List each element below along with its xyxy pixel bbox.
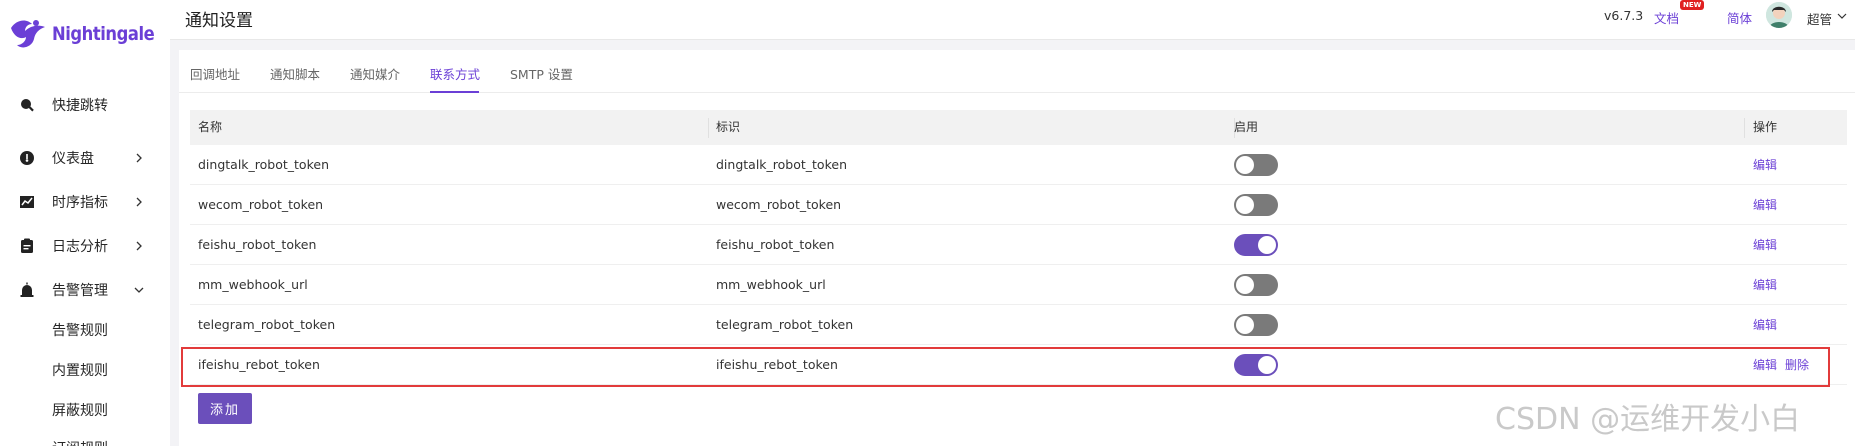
- nightingale-logo-icon: [11, 20, 45, 48]
- chevron-right-icon: [136, 241, 142, 251]
- enable-toggle[interactable]: [1234, 154, 1278, 176]
- logo[interactable]: Nightingale: [8, 12, 171, 56]
- column-header-ident: 标识: [716, 120, 741, 134]
- sidebar-subitem-subscribe-rules[interactable]: 订阅规则: [52, 438, 108, 446]
- toggle-knob: [1236, 276, 1254, 294]
- sidebar-item-label: 告警管理: [52, 283, 108, 299]
- sidebar-subitem-alert-rules[interactable]: 告警规则: [52, 320, 108, 340]
- page-title: 通知设置: [185, 11, 253, 31]
- edit-button[interactable]: 编辑: [1753, 225, 1777, 265]
- chevron-right-icon: [136, 197, 142, 207]
- column-header-enabled: 启用: [1234, 120, 1259, 134]
- sidebar-item-dashboard[interactable]: 仪表盘: [0, 140, 170, 176]
- version-label: v6.7.3: [1604, 8, 1644, 23]
- edit-button[interactable]: 编辑: [1753, 145, 1777, 185]
- sidebar-item-label: 仪表盘: [52, 151, 94, 167]
- watermark: CSDN @运维开发小白: [1495, 402, 1801, 437]
- table-row: telegram_robot_token telegram_robot_toke…: [190, 305, 1847, 345]
- delete-button[interactable]: 删除: [1785, 345, 1809, 385]
- sidebar-item-label: 时序指标: [52, 195, 108, 211]
- toggle-knob: [1236, 316, 1254, 334]
- top-header: 通知设置 v6.7.3 文档 NEW 简体 超管: [170, 0, 1855, 40]
- cell-name: ifeishu_rebot_token: [198, 357, 320, 372]
- toggle-knob: [1236, 156, 1254, 174]
- sidebar-item-logs[interactable]: 日志分析: [0, 228, 170, 264]
- table-row: feishu_robot_token feishu_robot_token 编辑: [190, 225, 1847, 265]
- user-avatar-icon: [1766, 2, 1792, 28]
- column-divider: [708, 118, 709, 138]
- chevron-right-icon: [136, 153, 142, 163]
- line-chart-icon: [18, 193, 36, 211]
- sidebar-item-quick-jump[interactable]: 快捷跳转: [0, 87, 170, 123]
- toggle-knob: [1258, 356, 1276, 374]
- table-row: mm_webhook_url mm_webhook_url 编辑: [190, 265, 1847, 305]
- chevron-down-icon: [134, 287, 144, 293]
- chevron-down-icon[interactable]: [1837, 11, 1847, 21]
- edit-button[interactable]: 编辑: [1753, 185, 1777, 225]
- column-header-name: 名称: [198, 120, 223, 134]
- table-row: ifeishu_rebot_token ifeishu_rebot_token …: [190, 345, 1847, 385]
- toggle-knob: [1236, 196, 1254, 214]
- edit-button[interactable]: 编辑: [1753, 265, 1777, 305]
- cell-name: telegram_robot_token: [198, 317, 336, 332]
- sidebar: Nightingale 快捷跳转 仪表盘 时序指标 日志分析 告警管理 告警规则…: [0, 0, 170, 446]
- enable-toggle[interactable]: [1234, 194, 1278, 216]
- toggle-knob: [1258, 236, 1276, 254]
- sidebar-subitem-builtin-rules[interactable]: 内置规则: [52, 360, 108, 380]
- sidebar-item-metrics[interactable]: 时序指标: [0, 184, 170, 220]
- enable-toggle[interactable]: [1234, 314, 1278, 336]
- add-button[interactable]: 添加: [198, 393, 252, 424]
- brand-name: Nightingale: [52, 23, 155, 45]
- table-row: dingtalk_robot_token dingtalk_robot_toke…: [190, 145, 1847, 185]
- tab-bar: 回调地址 通知脚本 通知媒介 联系方式 SMTP 设置: [179, 50, 1855, 93]
- cell-name: mm_webhook_url: [198, 277, 308, 292]
- tab-smtp-settings[interactable]: SMTP 设置: [510, 64, 573, 83]
- table-header: 名称 标识 启用 操作: [190, 110, 1847, 145]
- avatar[interactable]: [1766, 2, 1792, 28]
- sidebar-item-label: 快捷跳转: [52, 98, 108, 114]
- tab-notify-script[interactable]: 通知脚本: [270, 64, 320, 83]
- sidebar-subitem-mute-rules[interactable]: 屏蔽规则: [52, 400, 108, 420]
- enable-toggle[interactable]: [1234, 234, 1278, 256]
- sidebar-item-label: 日志分析: [52, 239, 108, 255]
- dashboard-icon: [18, 149, 36, 167]
- table-row: wecom_robot_token wecom_robot_token 编辑: [190, 185, 1847, 225]
- cell-ident: dingtalk_robot_token: [716, 157, 847, 172]
- tab-callback-url[interactable]: 回调地址: [190, 64, 240, 83]
- cell-ident: mm_webhook_url: [716, 277, 826, 292]
- cell-ident: telegram_robot_token: [716, 317, 854, 332]
- cell-ident: ifeishu_rebot_token: [716, 357, 838, 372]
- column-divider: [1744, 118, 1745, 138]
- new-badge: NEW: [1680, 0, 1705, 10]
- sidebar-item-alerts[interactable]: 告警管理: [0, 272, 170, 308]
- column-header-actions: 操作: [1753, 120, 1778, 134]
- contacts-table: 名称 标识 启用 操作 dingtalk_robot_token dingtal…: [190, 110, 1847, 385]
- active-tab-indicator: [430, 91, 479, 93]
- cell-name: feishu_robot_token: [198, 237, 317, 252]
- alarm-icon: [18, 281, 36, 299]
- enable-toggle[interactable]: [1234, 354, 1278, 376]
- tab-contacts[interactable]: 联系方式: [430, 64, 480, 83]
- content-card: 回调地址 通知脚本 通知媒介 联系方式 SMTP 设置 名称 标识 启用 操作 …: [179, 50, 1855, 446]
- search-icon: [18, 96, 36, 114]
- tab-notify-channel[interactable]: 通知媒介: [350, 64, 400, 83]
- docs-link[interactable]: 文档: [1654, 8, 1679, 27]
- edit-button[interactable]: 编辑: [1753, 345, 1777, 385]
- username[interactable]: 超管: [1807, 9, 1832, 28]
- enable-toggle[interactable]: [1234, 274, 1278, 296]
- cell-ident: wecom_robot_token: [716, 197, 842, 212]
- edit-button[interactable]: 编辑: [1753, 305, 1777, 345]
- cell-ident: feishu_robot_token: [716, 237, 835, 252]
- cell-name: dingtalk_robot_token: [198, 157, 329, 172]
- log-icon: [18, 237, 36, 255]
- language-switch[interactable]: 简体: [1727, 8, 1752, 27]
- cell-name: wecom_robot_token: [198, 197, 324, 212]
